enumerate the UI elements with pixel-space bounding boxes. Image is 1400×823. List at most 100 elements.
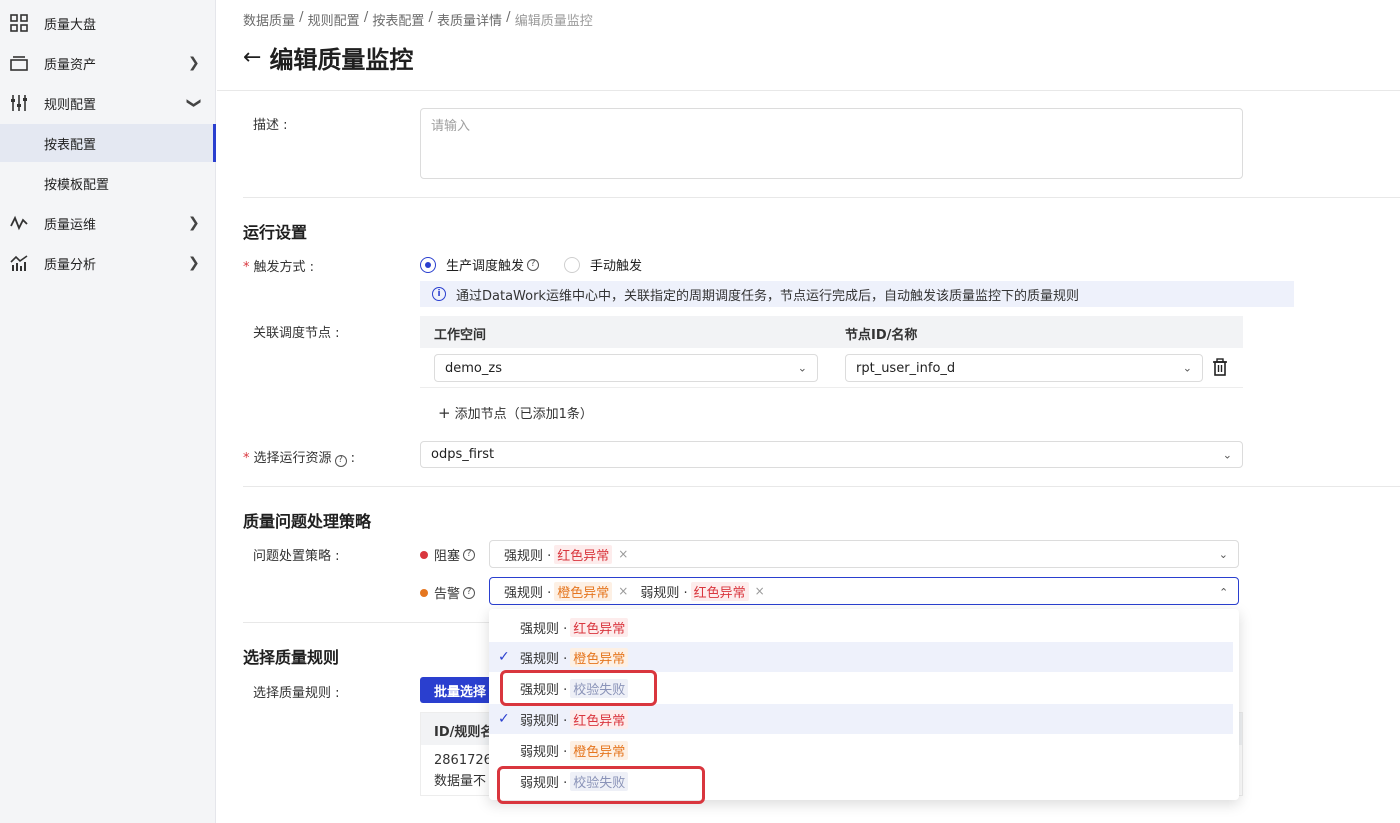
column-header-workspace: 工作空间 <box>434 328 487 343</box>
chevron-down-icon: ⌄ <box>1182 361 1192 375</box>
dropdown-option[interactable]: ✓ 强规则 · 橙色异常 <box>489 642 1233 672</box>
sidebar-item-analysis[interactable]: 质量分析 ❯ <box>0 244 216 282</box>
option-rule: 强规则 · <box>520 651 568 667</box>
policy-tag: 弱规则 · 红色异常 × <box>640 581 765 601</box>
plus-icon: + <box>438 404 451 422</box>
check-icon: ✓ <box>498 649 510 665</box>
close-icon[interactable]: × <box>755 584 765 598</box>
trigger-radio-schedule[interactable]: 生产调度触发 ? <box>420 255 540 274</box>
option-rule: 弱规则 · <box>520 713 568 729</box>
dashboard-icon <box>10 14 28 32</box>
policy-label: 问题处置策略 : <box>253 549 340 564</box>
highlight-box <box>500 670 657 706</box>
breadcrumb-item[interactable]: 按表配置 <box>372 10 424 29</box>
rules-title: 选择质量规则 <box>243 648 340 667</box>
resource-label-text: 选择运行资源 <box>253 451 332 466</box>
node-select[interactable]: rpt_user_info_d ⌄ <box>845 354 1203 382</box>
sidebar-item-label: 质量资产 <box>44 57 97 73</box>
divider <box>243 622 489 623</box>
check-icon: ✓ <box>498 711 510 727</box>
resource-select[interactable]: odps_first ⌄ <box>420 441 1243 468</box>
sidebar-item-label: 按模板配置 <box>44 177 110 193</box>
add-node-button[interactable]: + 添加节点（已添加1条） <box>438 403 593 422</box>
chevron-right-icon: ❯ <box>188 255 200 271</box>
node-value: rpt_user_info_d <box>856 360 956 376</box>
description-label: 描述 : <box>253 118 288 133</box>
breadcrumb-separator: / <box>502 10 515 25</box>
breadcrumb-item[interactable]: 数据质量 <box>243 10 295 29</box>
sidebar-item-assets[interactable]: 质量资产 ❯ <box>0 44 216 82</box>
sidebar-item-label: 质量分析 <box>44 257 97 273</box>
workspace-select[interactable]: demo_zs ⌄ <box>434 354 818 382</box>
sidebar-item-ops[interactable]: 质量运维 ❯ <box>0 204 216 242</box>
block-label: 阻塞 ? <box>420 545 476 564</box>
sidebar-item-label: 质量运维 <box>44 217 97 233</box>
sidebar: 质量大盘 质量资产 ❯ 规则配置 ❯ 按表配置 按模板配置 质量运维 ❯ 质量分… <box>0 0 216 823</box>
assets-icon <box>10 54 28 72</box>
column-header-rule: ID/规则名 <box>434 725 494 740</box>
policy-title: 质量问题处理策略 <box>243 512 372 531</box>
policy-tag: 强规则 · 橙色异常 × <box>504 581 628 601</box>
tag-level: 红色异常 <box>690 581 749 601</box>
dropdown-option[interactable]: 强规则 · 红色异常 <box>489 612 1233 642</box>
help-icon[interactable]: ? <box>463 548 476 561</box>
description-input[interactable]: 请输入 <box>420 108 1243 179</box>
chevron-down-icon: ⌄ <box>797 361 807 375</box>
warn-label-text: 告警 <box>434 587 461 602</box>
rules-label: 选择质量规则 : <box>253 686 340 701</box>
analysis-icon <box>10 254 28 272</box>
sidebar-item-label: 质量大盘 <box>44 17 97 33</box>
sidebar-item-dashboard[interactable]: 质量大盘 <box>0 4 216 42</box>
tag-rule: 强规则 · <box>504 585 552 601</box>
breadcrumb-item[interactable]: 规则配置 <box>308 10 360 29</box>
breadcrumb-separator: / <box>359 10 373 25</box>
breadcrumb-item[interactable]: 表质量详情 <box>437 10 502 29</box>
help-icon[interactable]: ? <box>334 454 347 467</box>
workspace-value: demo_zs <box>445 360 502 376</box>
sidebar-item-by-table[interactable]: 按表配置 <box>0 124 216 162</box>
trigger-radio-manual[interactable]: 手动触发 <box>564 255 642 274</box>
page-title: ← 编辑质量监控 <box>243 40 413 75</box>
chevron-down-icon: ⌄ <box>1218 547 1228 561</box>
warn-label: 告警 ? <box>420 583 476 602</box>
breadcrumb-separator: / <box>295 10 308 25</box>
chevron-right-icon: ❯ <box>188 55 200 71</box>
chevron-down-icon: ❯ <box>185 97 202 109</box>
info-text: 通过DataWork运维中心中，关联指定的周期调度任务，节点运行完成后，自动触发… <box>456 288 1079 304</box>
breadcrumb-separator: / <box>424 10 438 25</box>
sidebar-item-rules[interactable]: 规则配置 ❯ <box>0 84 216 122</box>
block-policy-select[interactable]: 强规则 · 红色异常 × ⌄ <box>489 540 1239 568</box>
back-arrow-icon[interactable]: ← <box>243 45 261 70</box>
radio-label: 生产调度触发 <box>446 259 525 274</box>
tag-level: 橙色异常 <box>554 581 613 601</box>
trash-icon[interactable] <box>1212 358 1228 376</box>
sidebar-item-by-template[interactable]: 按模板配置 <box>0 164 216 202</box>
tag-rule: 强规则 · <box>504 548 552 564</box>
close-icon[interactable]: × <box>618 584 628 598</box>
close-icon[interactable]: × <box>618 547 628 561</box>
nodes-label: 关联调度节点 : <box>253 326 340 341</box>
divider <box>217 90 1400 91</box>
ops-icon <box>10 214 28 232</box>
red-dot-icon <box>420 550 428 559</box>
orange-dot-icon <box>420 588 428 597</box>
option-rule: 弱规则 · <box>520 744 568 760</box>
page-title-text: 编辑质量监控 <box>269 46 414 74</box>
trigger-label-text: 触发方式 : <box>253 260 315 275</box>
breadcrumb: 数据质量 / 规则配置 / 按表配置 / 表质量详情 / 编辑质量监控 <box>243 10 593 29</box>
help-icon[interactable]: ? <box>527 258 540 271</box>
option-level: 橙色异常 <box>570 647 629 667</box>
dropdown-option[interactable]: 弱规则 · 橙色异常 <box>489 735 1233 765</box>
info-icon: i <box>432 287 446 301</box>
help-icon[interactable]: ? <box>463 586 476 599</box>
option-level: 橙色异常 <box>570 740 629 760</box>
warn-policy-select[interactable]: 强规则 · 橙色异常 × 弱规则 · 红色异常 × ⌄ <box>489 577 1239 605</box>
option-level: 红色异常 <box>570 617 629 637</box>
info-alert: i 通过DataWork运维中心中，关联指定的周期调度任务，节点运行完成后，自动… <box>420 281 1294 307</box>
trigger-label: * 触发方式 : <box>243 260 315 275</box>
sidebar-item-label: 规则配置 <box>44 97 97 113</box>
rules-icon <box>10 94 28 112</box>
rule-name: 数据量不 <box>434 774 487 789</box>
option-level: 红色异常 <box>570 709 629 729</box>
dropdown-option[interactable]: ✓ 弱规则 · 红色异常 <box>489 704 1233 734</box>
